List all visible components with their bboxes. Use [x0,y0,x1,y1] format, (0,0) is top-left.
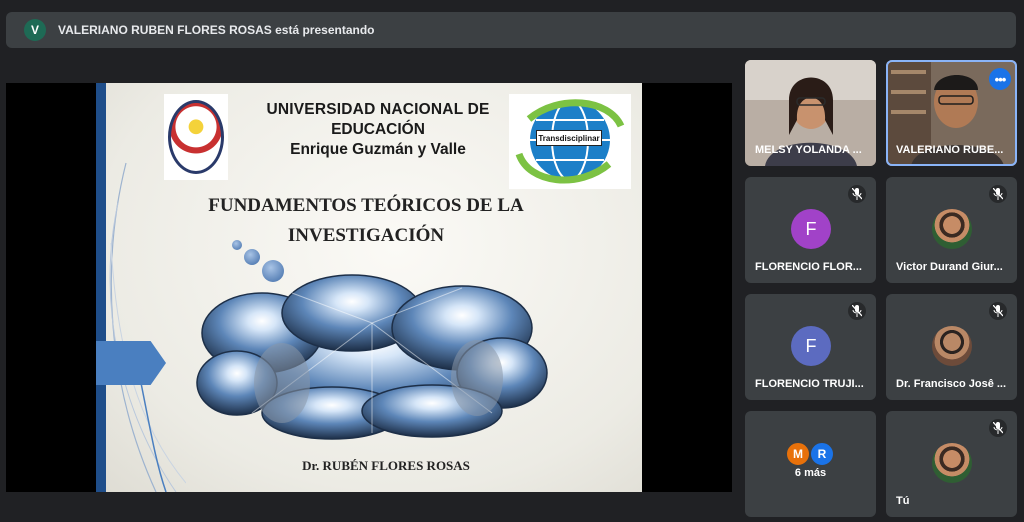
more-options-icon[interactable]: ••• [989,68,1011,90]
mini-avatar: R [809,441,835,467]
thought-bubble-small [232,240,242,250]
participant-avatar: F [791,326,831,366]
mic-muted-icon [989,302,1007,320]
participant-name: MELSY YOLANDA ... [755,144,862,156]
mic-muted-icon [989,419,1007,437]
university-seal-logo [164,94,228,180]
thought-cloud-image [196,274,548,440]
university-line-1: UNIVERSIDAD NACIONAL DE [266,101,490,118]
participant-tile-self[interactable]: Tú [886,411,1017,517]
thought-bubble-medium [244,249,260,265]
slide-title: FUNDAMENTOS TEÓRICOS DE LA INVESTIGACIÓN [156,191,576,251]
slide-title-line-1: FUNDAMENTOS TEÓRICOS DE LA [208,195,524,216]
participant-name: VALERIANO RUBE... [896,144,1004,156]
participant-tile[interactable]: F FLORENCIO TRUJI... [745,294,876,400]
participant-photo [932,443,972,483]
presenter-avatar: V [24,19,46,41]
presenter-banner: V VALERIANO RUBEN FLORES ROSAS está pres… [6,12,1016,48]
more-participants-tile[interactable]: M R 6 más [745,411,876,517]
presenter-text: VALERIANO RUBEN FLORES ROSAS está presen… [58,23,375,37]
globe-label: Transdisciplinar [536,130,602,146]
mic-muted-icon [848,185,866,203]
slide-author: Dr. RUBÉN FLORES ROSAS [302,458,470,473]
university-name: UNIVERSIDAD NACIONAL DE EDUCACIÓN Enriqu… [250,101,506,159]
university-line-3: Enrique Guzmán y Valle [290,141,466,158]
mic-muted-icon [848,302,866,320]
participant-photo [932,326,972,366]
participant-tile[interactable]: F FLORENCIO FLOR... [745,177,876,283]
more-participants-label: 6 más [794,467,827,479]
mini-avatar: M [785,441,811,467]
participant-tile-presenter[interactable]: ••• VALERIANO RUBE... [886,60,1017,166]
globe-logo: Transdisciplinar [509,94,631,189]
participant-name: Victor Durand Giur... [896,261,1003,273]
participant-tile[interactable]: MELSY YOLANDA ... [745,60,876,166]
participant-name: Tú [896,495,910,507]
participant-photo [932,209,972,249]
slide-title-line-2: INVESTIGACIÓN [287,225,445,246]
presentation-stage[interactable]: UNIVERSIDAD NACIONAL DE EDUCACIÓN Enriqu… [6,83,732,492]
university-line-2: EDUCACIÓN [331,121,425,138]
participant-tile[interactable]: Dr. Francisco Josê ... [886,294,1017,400]
mic-muted-icon [989,185,1007,203]
participant-avatar: F [791,209,831,249]
participant-name: Dr. Francisco Josê ... [896,378,1007,390]
participant-name: FLORENCIO FLOR... [755,261,862,273]
slide: UNIVERSIDAD NACIONAL DE EDUCACIÓN Enriqu… [96,83,642,492]
participant-tile[interactable]: Victor Durand Giur... [886,177,1017,283]
participant-name: FLORENCIO TRUJI... [755,378,864,390]
